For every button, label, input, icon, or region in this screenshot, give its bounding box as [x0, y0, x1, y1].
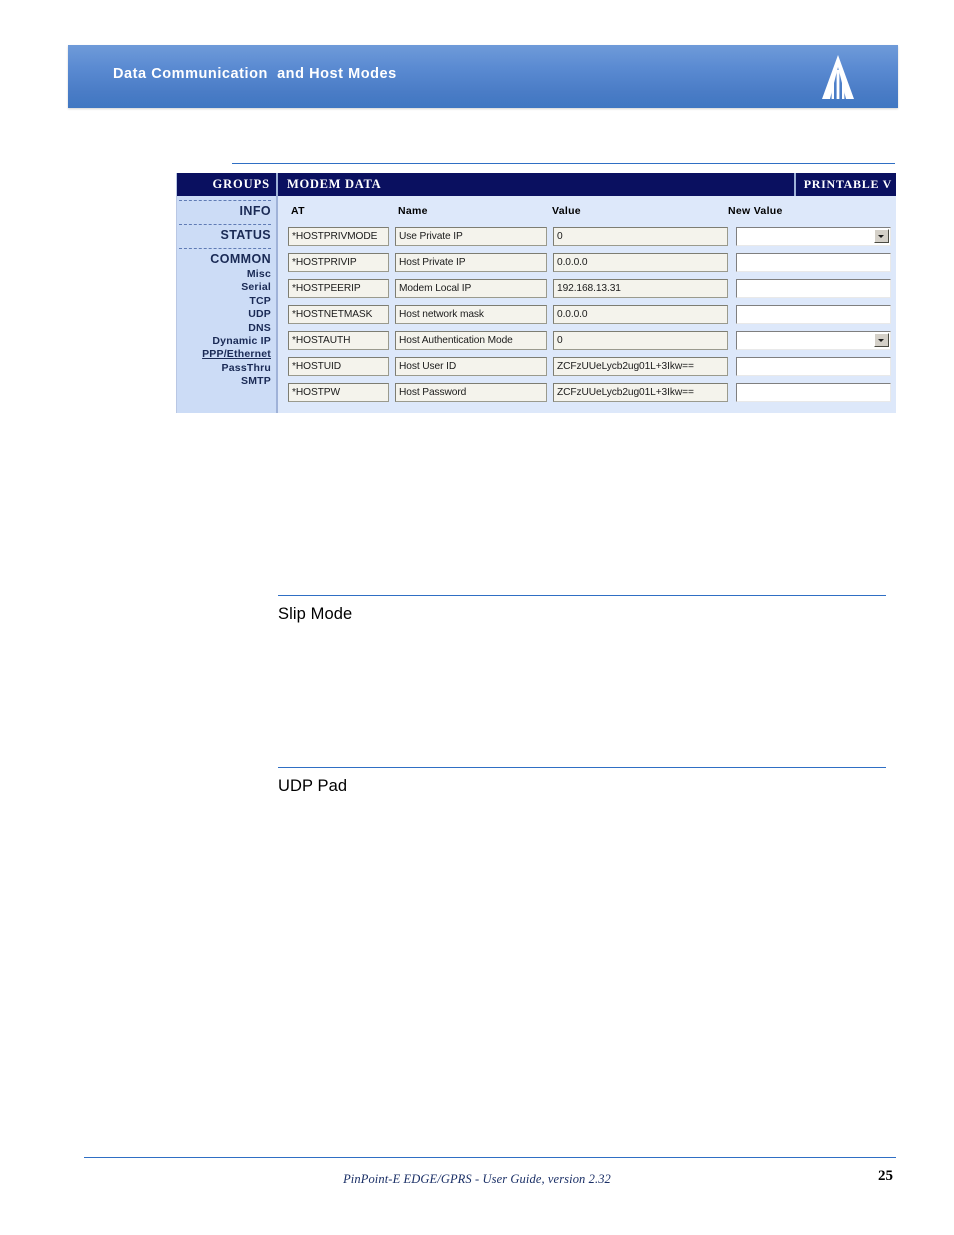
table-header-row: AT Name Value New Value: [288, 205, 896, 227]
new-value-input[interactable]: [736, 383, 891, 402]
app-sidebar: INFO STATUS COMMON Misc Serial TCP UDP D…: [177, 196, 278, 413]
modem-data-header-label: MODEM DATA: [287, 177, 382, 191]
name-field: Modem Local IP: [395, 279, 547, 298]
at-command-field: *HOSTNETMASK: [288, 305, 389, 324]
new-value-input[interactable]: [736, 253, 891, 272]
sidebar-separator: [179, 224, 271, 225]
chevron-down-icon[interactable]: [874, 333, 889, 347]
modem-data-table: AT Name Value New Value *HOSTPRIVMODE Us…: [280, 196, 896, 413]
sidebar-item-info[interactable]: INFO: [177, 203, 271, 220]
table-row: *HOSTUID Host User ID ZCFzUUeLycb2ug01L+…: [288, 357, 896, 383]
table-row: *HOSTPEERIP Modem Local IP 192.168.13.31: [288, 279, 896, 305]
sidebar-item-serial[interactable]: Serial: [177, 281, 271, 294]
new-value-select[interactable]: [736, 227, 891, 246]
sidebar-item-misc[interactable]: Misc: [177, 268, 271, 281]
current-value-field: 192.168.13.31: [553, 279, 728, 298]
sidebar-separator: [179, 248, 271, 249]
current-value-field: ZCFzUUeLycb2ug01L+3Ikw==: [553, 357, 728, 376]
new-value-input[interactable]: [736, 279, 891, 298]
section-slip-mode: Slip Mode: [278, 595, 886, 624]
current-value-field: 0.0.0.0: [553, 305, 728, 324]
sidebar-item-common[interactable]: COMMON: [177, 251, 271, 268]
section-rule: [278, 595, 886, 596]
section-rule: [278, 767, 886, 768]
table-row: *HOSTPRIVMODE Use Private IP 0: [288, 227, 896, 253]
section-udp-pad: UDP Pad: [278, 767, 886, 796]
page-number: 25: [878, 1168, 893, 1184]
sidebar-item-tcp[interactable]: TCP: [177, 295, 271, 308]
current-value-field: ZCFzUUeLycb2ug01L+3Ikw==: [553, 383, 728, 402]
column-header-new-value: New Value: [728, 205, 783, 217]
sidebar-clipped-item: [177, 389, 271, 395]
sidebar-item-status[interactable]: STATUS: [177, 227, 271, 244]
name-field: Host Password: [395, 383, 547, 402]
current-value-field: 0.0.0.0: [553, 253, 728, 272]
sidebar-separator: [179, 200, 271, 201]
printable-version-link[interactable]: PRINTABLE V: [793, 173, 896, 196]
table-row: *HOSTNETMASK Host network mask 0.0.0.0: [288, 305, 896, 331]
column-header-at: AT: [291, 205, 305, 217]
table-row: *HOSTAUTH Host Authentication Mode 0: [288, 331, 896, 357]
sidebar-item-dynamic-ip[interactable]: Dynamic IP: [177, 335, 271, 348]
at-command-field: *HOSTAUTH: [288, 331, 389, 350]
new-value-select[interactable]: [736, 331, 891, 350]
name-field: Use Private IP: [395, 227, 547, 246]
table-row: *HOSTPW Host Password ZCFzUUeLycb2ug01L+…: [288, 383, 896, 409]
section-heading: UDP Pad: [278, 777, 348, 795]
new-value-input[interactable]: [736, 305, 891, 324]
current-value-field: 0: [553, 331, 728, 350]
app-top-bar: GROUPS MODEM DATA PRINTABLE V: [177, 173, 896, 196]
page-title: Data Communication and Host Modes: [113, 66, 397, 82]
page-header-banner: Data Communication and Host Modes: [68, 45, 898, 108]
name-field: Host Private IP: [395, 253, 547, 272]
footer-rule: [84, 1157, 896, 1158]
figure-top-rule: [232, 163, 895, 164]
name-field: Host Authentication Mode: [395, 331, 547, 350]
sidebar-item-smtp[interactable]: SMTP: [177, 375, 271, 388]
at-command-field: *HOSTPRIVMODE: [288, 227, 389, 246]
name-field: Host network mask: [395, 305, 547, 324]
column-header-value: Value: [552, 205, 581, 217]
name-field: Host User ID: [395, 357, 547, 376]
section-heading: Slip Mode: [278, 605, 353, 623]
table-row: *HOSTPRIVIP Host Private IP 0.0.0.0: [288, 253, 896, 279]
current-value-field: 0: [553, 227, 728, 246]
at-command-field: *HOSTPW: [288, 383, 389, 402]
at-command-field: *HOSTPRIVIP: [288, 253, 389, 272]
sierra-wireless-logo-icon: [822, 55, 854, 99]
sidebar-item-dns[interactable]: DNS: [177, 322, 271, 335]
footer-document-title: PinPoint-E EDGE/GPRS - User Guide, versi…: [343, 1172, 611, 1186]
new-value-input[interactable]: [736, 357, 891, 376]
sidebar-item-udp[interactable]: UDP: [177, 308, 271, 321]
at-command-field: *HOSTPEERIP: [288, 279, 389, 298]
sidebar-item-ppp-ethernet[interactable]: PPP/Ethernet: [177, 348, 271, 361]
column-header-name: Name: [398, 205, 428, 217]
modem-data-screenshot: GROUPS MODEM DATA PRINTABLE V INFO STATU…: [176, 173, 896, 413]
chevron-down-icon[interactable]: [874, 229, 889, 243]
at-command-field: *HOSTUID: [288, 357, 389, 376]
groups-header-label: GROUPS: [177, 173, 278, 196]
sidebar-item-passthru[interactable]: PassThru: [177, 362, 271, 375]
